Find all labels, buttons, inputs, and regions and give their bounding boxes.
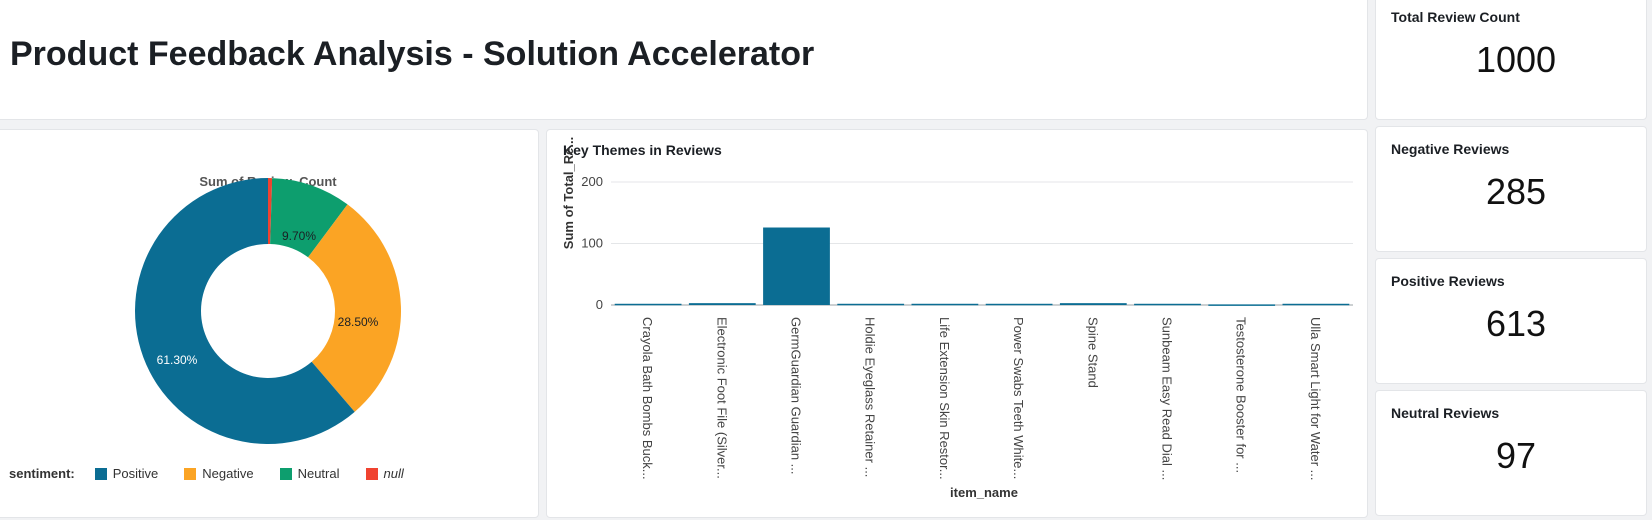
legend-swatch: [94, 467, 107, 480]
bar[interactable]: [688, 303, 756, 305]
y-tick-label: 0: [596, 297, 603, 312]
x-tick-label: Ulla Smart Light for Water ...: [1308, 317, 1323, 481]
kpi-label: Negative Reviews: [1391, 141, 1510, 157]
bar[interactable]: [911, 303, 979, 306]
legend-item-negative[interactable]: Negative: [184, 466, 254, 481]
kpi-label: Positive Reviews: [1391, 273, 1505, 289]
legend-label: null: [383, 466, 404, 481]
donut-legend: sentiment: Positive Negative Neutral nul…: [9, 466, 430, 481]
title-panel: Product Feedback Analysis - Solution Acc…: [0, 0, 1368, 120]
kpi-value: 1000: [1475, 39, 1557, 80]
bar[interactable]: [1282, 303, 1350, 306]
bar-chart: 0 100 200 Crayola Bath Bombs Buck... Electr…: [561, 137, 1353, 500]
x-tick-label: Holdie Eyeglass Retainer ...: [863, 317, 878, 477]
bar[interactable]: [837, 303, 905, 306]
donut-chart: Sum of Review_Count 61.30% 28.50% 9.70%: [135, 174, 401, 444]
page-title: Product Feedback Analysis - Solution Acc…: [10, 35, 815, 73]
kpi-negative-reviews: Negative Reviews 285: [1375, 126, 1647, 252]
bar[interactable]: [763, 227, 830, 305]
bar[interactable]: [1208, 304, 1276, 306]
x-tick-label: GermGuardian Guardian ...: [789, 317, 804, 475]
kpi-label: Neutral Reviews: [1391, 405, 1500, 421]
x-axis-title: item_name: [950, 485, 1018, 500]
x-tick-label: Electronic Foot File (Silver...: [714, 317, 729, 479]
legend-item-positive[interactable]: Positive: [94, 466, 159, 481]
legend-title: sentiment:: [9, 466, 75, 481]
legend-swatch: [279, 467, 292, 480]
kpi-positive-reviews: Positive Reviews 613: [1375, 258, 1647, 384]
y-tick-label: 200: [581, 174, 603, 189]
x-tick-label: Power Swabs Teeth White...: [1011, 317, 1026, 479]
x-tick-label: Spine Stand: [1085, 317, 1100, 388]
x-tick-label: Sunbeam Easy Read Dial ...: [1160, 317, 1175, 480]
y-tick-label: 100: [581, 236, 603, 251]
slice-label-negative: 28.50%: [338, 315, 379, 329]
slice-label-neutral: 9.70%: [282, 229, 316, 243]
kpi-value: 613: [1485, 303, 1547, 344]
kpi-label: Total Review Count: [1391, 9, 1520, 25]
x-tick-label: Life Extension Skin Restor...: [937, 317, 952, 480]
key-themes-panel: Key Themes in Reviews 0 100 200 Crayola Ba…: [546, 129, 1368, 518]
x-tick-label: Testosterone Booster for ...: [1234, 317, 1249, 473]
legend-item-neutral[interactable]: Neutral: [279, 466, 340, 481]
kpi-total-review-count: Total Review Count 1000: [1375, 0, 1647, 120]
kpi-neutral-reviews: Neutral Reviews 97: [1375, 390, 1647, 516]
legend-label: Positive: [112, 466, 159, 481]
bar[interactable]: [985, 303, 1053, 306]
slice-label-positive: 61.30%: [157, 353, 198, 367]
bar[interactable]: [1059, 303, 1127, 305]
legend-item-null[interactable]: null: [365, 466, 404, 481]
sentiment-donut-panel: Sum of Review_Count 61.30% 28.50% 9.70% …: [0, 129, 539, 518]
kpi-value: 285: [1485, 171, 1547, 212]
bar[interactable]: [614, 303, 682, 306]
y-axis-title: Sum of Total_Re...: [561, 137, 576, 249]
legend-label: Neutral: [297, 466, 340, 481]
legend-label: Negative: [202, 466, 254, 481]
kpi-value: 97: [1495, 435, 1537, 476]
legend-swatch: [365, 467, 378, 480]
legend-swatch: [184, 467, 197, 480]
bar[interactable]: [1134, 303, 1201, 306]
x-tick-label: Crayola Bath Bombs Buck...: [640, 317, 655, 480]
